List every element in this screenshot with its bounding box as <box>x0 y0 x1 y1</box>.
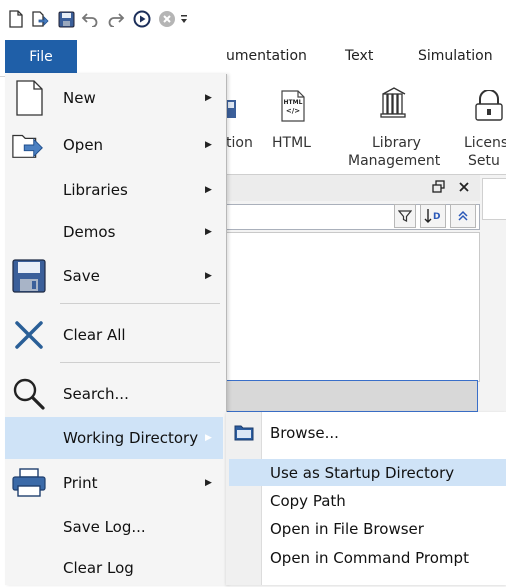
menu-item-label: New <box>63 89 96 107</box>
folder-icon <box>234 423 254 441</box>
library-label-2[interactable]: Management <box>348 152 440 170</box>
panel-tree[interactable] <box>226 232 480 382</box>
menu-item-label: Save <box>63 267 100 285</box>
tab-file-label: File <box>29 48 53 65</box>
submenu-item-copy-path[interactable]: Copy Path <box>226 488 506 514</box>
menu-item-clear-log[interactable]: Clear Log <box>5 549 223 587</box>
menu-item-label: Clear All <box>63 326 126 344</box>
undo-icon[interactable] <box>80 9 100 29</box>
submenu-arrow-icon: ▶ <box>205 271 212 281</box>
submenu-item-label: Use as Startup Directory <box>270 463 455 482</box>
close-panel-icon[interactable] <box>457 180 471 194</box>
menu-separator <box>60 303 220 304</box>
menu-item-save[interactable]: Save ▶ <box>5 254 223 298</box>
submenu-item-use-as-startup-directory[interactable]: Use as Startup Directory <box>229 459 506 486</box>
menu-item-label: Libraries <box>63 181 128 199</box>
panel-header <box>226 175 480 201</box>
library-management-icon[interactable] <box>379 86 409 120</box>
open-icon[interactable] <box>30 9 50 29</box>
submenu-item-open-in-command-prompt[interactable]: Open in Command Prompt <box>226 545 506 571</box>
right-panel-edge <box>482 178 506 220</box>
submenu-arrow-icon: ▶ <box>205 433 212 443</box>
submenu-item-label: Open in Command Prompt <box>270 549 469 567</box>
submenu-arrow-icon: ▶ <box>205 478 212 488</box>
new-file-icon[interactable] <box>6 9 26 29</box>
save-icon[interactable] <box>56 9 76 29</box>
menu-item-label: Search... <box>63 385 129 403</box>
submenu-item-label: Copy Path <box>270 492 346 510</box>
submenu-item-label: Open in File Browser <box>270 520 424 538</box>
html-button-label[interactable]: HTML <box>272 134 311 152</box>
submenu-arrow-icon: ▶ <box>205 140 212 150</box>
save-disk-icon <box>11 258 47 294</box>
ribbon-button-label[interactable]: tion <box>226 134 253 152</box>
menu-item-clear-all[interactable]: Clear All <box>5 313 223 357</box>
license-label-2[interactable]: Setu <box>468 152 500 170</box>
submenu-item-label: Browse... <box>270 424 339 442</box>
submenu-arrow-icon: ▶ <box>205 185 212 195</box>
quick-access-toolbar <box>0 0 506 38</box>
tab-documentation[interactable]: umentation <box>226 48 307 64</box>
submenu-arrow-icon: ▶ <box>205 93 212 103</box>
menu-item-label: Save Log... <box>63 518 146 536</box>
menu-item-label: Clear Log <box>63 559 134 577</box>
menu-item-new[interactable]: New ▶ <box>5 76 223 120</box>
run-icon[interactable] <box>132 9 152 29</box>
menu-item-working-directory[interactable]: Working Directory ▶ <box>5 417 223 459</box>
sort-icon[interactable]: D <box>420 204 446 228</box>
open-folder-icon <box>11 127 47 163</box>
tab-file[interactable]: File <box>5 40 77 73</box>
menu-separator <box>60 362 220 363</box>
collapse-up-icon[interactable] <box>450 204 476 228</box>
submenu-item-browse[interactable]: Browse... <box>226 419 506 447</box>
html-icon[interactable]: HTML </> <box>280 90 306 122</box>
menu-item-label: Print <box>63 474 98 492</box>
tab-text[interactable]: Text <box>345 48 373 64</box>
menu-item-label: Open <box>63 136 104 154</box>
filter-icon[interactable] <box>394 204 416 228</box>
license-label-1[interactable]: Licens <box>464 134 506 152</box>
new-file-icon <box>11 80 47 116</box>
html-icon-text: HTML <box>283 99 303 106</box>
library-label-1[interactable]: Library <box>372 134 421 152</box>
menu-item-save-log[interactable]: Save Log... <box>5 507 223 547</box>
menu-item-print[interactable]: Print ▶ <box>5 461 223 505</box>
menu-item-demos[interactable]: Demos ▶ <box>5 212 223 252</box>
ribbon-panel: tion HTML </> HTML Library Management Li… <box>226 76 506 175</box>
panel-selected-row[interactable] <box>226 380 478 412</box>
customize-dropdown-icon[interactable] <box>177 9 191 29</box>
magnifier-icon <box>11 376 47 412</box>
menu-item-search[interactable]: Search... <box>5 372 223 416</box>
license-setup-icon[interactable] <box>474 89 504 122</box>
clear-x-icon <box>11 317 47 353</box>
menu-item-libraries[interactable]: Libraries ▶ <box>5 170 223 210</box>
menu-item-label: Working Directory <box>63 429 199 447</box>
stop-icon[interactable] <box>157 9 177 29</box>
submenu-item-open-in-file-browser[interactable]: Open in File Browser <box>226 516 506 542</box>
menu-item-label: Demos <box>63 223 116 241</box>
redo-icon[interactable] <box>106 9 126 29</box>
html-icon-tag: </> <box>285 107 301 115</box>
printer-icon <box>11 465 47 501</box>
menu-item-open[interactable]: Open ▶ <box>5 122 223 168</box>
restore-window-icon[interactable] <box>432 180 446 194</box>
ribbon-partial-icon <box>226 98 238 120</box>
tab-simulation[interactable]: Simulation <box>418 48 493 64</box>
submenu-arrow-icon: ▶ <box>205 227 212 237</box>
svg-text:D: D <box>433 212 440 222</box>
